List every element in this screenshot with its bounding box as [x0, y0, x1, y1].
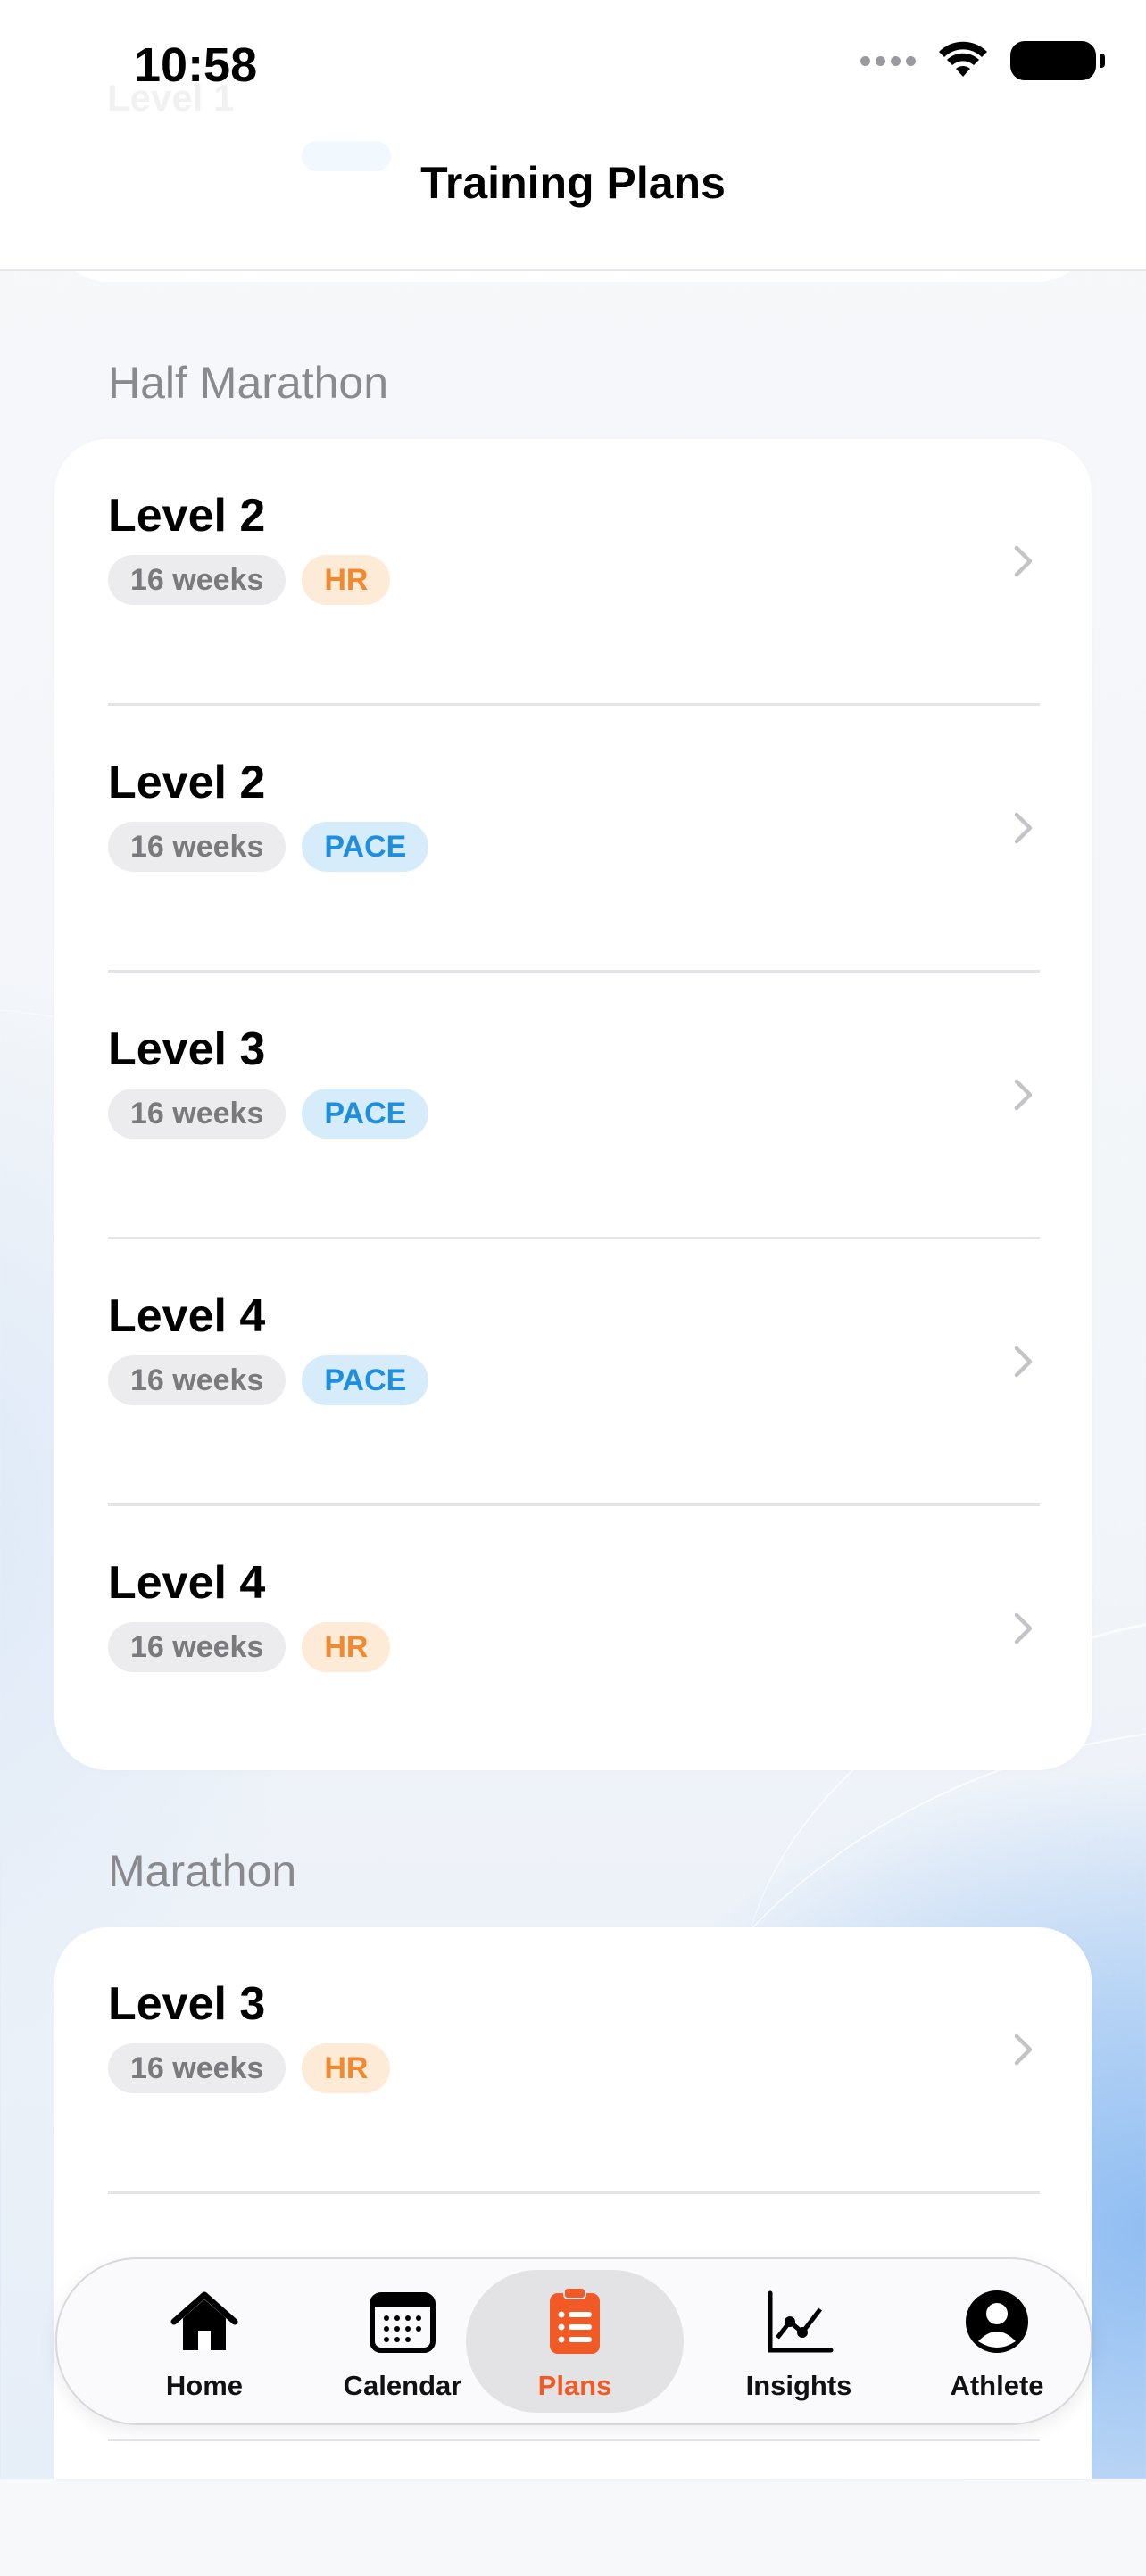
- house-icon: [170, 2291, 238, 2350]
- chart-line-icon: [768, 2290, 834, 2353]
- plan-level: Level 3: [108, 1978, 266, 2030]
- chevron-right-icon: [1014, 1079, 1033, 1111]
- plan-row[interactable]: Level 2 16 weeks HR: [54, 439, 1092, 706]
- duration-badge: 16 weeks: [108, 2043, 286, 2093]
- section-title-half-marathon: Half Marathon: [108, 358, 389, 408]
- chevron-right-icon: [1014, 812, 1033, 844]
- tab-insights[interactable]: Insights: [696, 2259, 901, 2423]
- plan-type-badge: HR: [302, 1622, 391, 1672]
- tab-label: Insights: [745, 2370, 852, 2401]
- plan-row[interactable]: Level 3 16 weeks HR: [54, 1927, 1092, 2194]
- wifi-icon: [939, 41, 987, 77]
- tab-label: Athlete: [950, 2370, 1044, 2401]
- section-title-marathon: Marathon: [108, 1846, 297, 1896]
- duration-badge: 16 weeks: [108, 1089, 286, 1139]
- plan-type-badge: HR: [302, 555, 391, 605]
- chevron-right-icon: [1014, 2033, 1033, 2066]
- plan-type-badge: HR: [302, 2043, 391, 2093]
- duration-badge: 16 weeks: [108, 555, 286, 605]
- half-marathon-plans-card: Level 2 16 weeks HR Level 2 16 weeks PAC…: [54, 439, 1092, 1770]
- status-icons: [860, 41, 1105, 80]
- signal-dots-icon: [860, 55, 916, 66]
- clipboard-list-icon: [550, 2288, 600, 2354]
- page-title: Training Plans: [420, 158, 726, 208]
- tab-home[interactable]: Home: [102, 2259, 307, 2423]
- plan-type-badge: PACE: [302, 822, 429, 872]
- duration-badge: 16 weeks: [108, 1355, 286, 1405]
- duration-badge: 16 weeks: [108, 1622, 286, 1672]
- tab-plans[interactable]: Plans: [466, 2259, 684, 2423]
- navigation-header: Level 1 10:58 Training Plans: [0, 0, 1146, 271]
- plan-row[interactable]: Level 3 16 weeks PACE: [54, 973, 1092, 1239]
- person-circle-icon: [966, 2290, 1028, 2353]
- chevron-right-icon: [1014, 1612, 1033, 1644]
- plan-row[interactable]: Level 4 16 weeks PACE: [54, 1239, 1092, 1506]
- plan-level: Level 2: [108, 757, 266, 808]
- tab-bar: Home Calendar Plans Insights Athlete: [55, 2257, 1092, 2425]
- chevron-right-icon: [1014, 1346, 1033, 1378]
- plan-level: Level 4: [108, 1557, 266, 1609]
- plan-level: Level 3: [108, 1023, 266, 1075]
- chevron-right-icon: [1014, 545, 1033, 577]
- plan-row[interactable]: Level 4 16 weeks HR: [54, 1506, 1092, 1770]
- tab-label: Home: [165, 2370, 244, 2401]
- duration-badge: 16 weeks: [108, 822, 286, 872]
- battery-icon: [1010, 41, 1105, 80]
- tab-athlete[interactable]: Athlete: [894, 2259, 1100, 2423]
- plan-type-badge: PACE: [302, 1089, 429, 1139]
- plan-level: Level 4: [108, 1290, 266, 1342]
- status-time: 10:58: [134, 38, 258, 92]
- calendar-icon: [370, 2292, 436, 2353]
- plan-row[interactable]: Level 2 16 weeks PACE: [54, 706, 1092, 973]
- plan-level: Level 2: [108, 490, 266, 542]
- tab-label: Plans: [537, 2370, 612, 2401]
- plan-type-badge: PACE: [302, 1355, 429, 1405]
- row-separator: [108, 2439, 1040, 2441]
